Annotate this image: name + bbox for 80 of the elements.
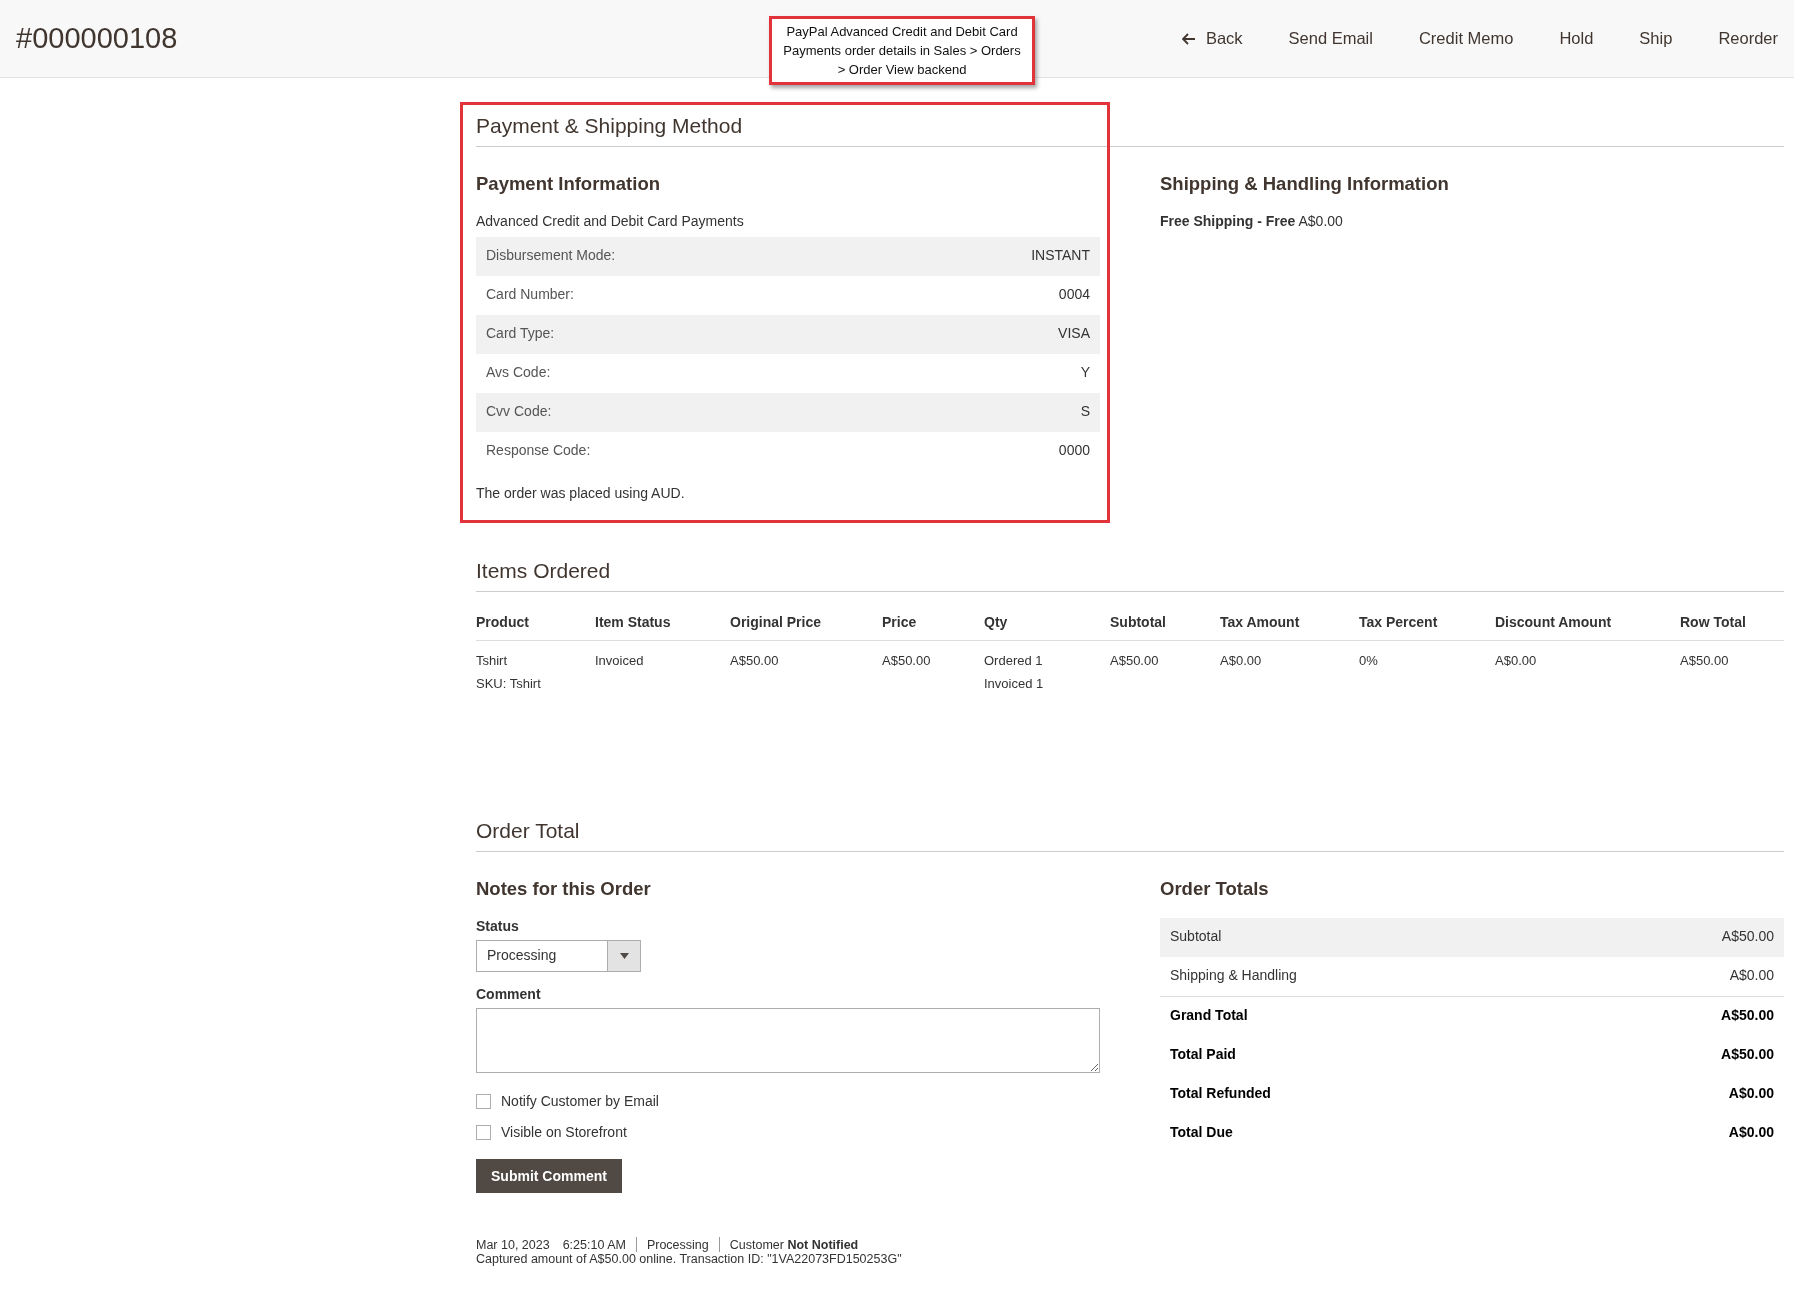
history-status: Processing — [646, 1237, 709, 1252]
payment-field-value: VISA — [1058, 325, 1090, 343]
status-label: Status — [476, 918, 520, 934]
table-cell-text: A$50.00 — [1110, 653, 1160, 668]
total-value: A$50.00 — [1721, 1007, 1774, 1025]
table-cell-text: A$0.00 — [1220, 653, 1263, 668]
customer-notification: Customer Not Notified — [729, 1237, 859, 1252]
payment-heading: Payment Information — [476, 173, 661, 195]
column-header: Original Price — [730, 592, 882, 641]
payment-field-label: Card Type: — [486, 325, 555, 343]
column-header: Price — [882, 592, 984, 641]
checkbox-label: Visible on Storefront — [501, 1124, 627, 1140]
history-date: Mar 10, 2023 — [476, 1237, 550, 1252]
column-header: Item Status — [595, 592, 730, 641]
section-title: Payment & Shipping Method — [476, 114, 1784, 147]
payment-field-value: 0000 — [1058, 442, 1090, 460]
table-cell-text: Invoiced — [595, 653, 645, 668]
total-label: Grand Total — [1170, 1007, 1248, 1025]
currency-note: The order was placed using AUD. — [476, 485, 686, 501]
header-action-button[interactable]: Ship — [1616, 21, 1696, 56]
total-label: Total Refunded — [1170, 1085, 1271, 1103]
payment-field-value: INSTANT — [1031, 247, 1090, 265]
table-cell-text: A$50.00 — [882, 653, 932, 668]
history-date: 6:25:10 AM — [562, 1237, 626, 1252]
total-label: Total Paid — [1170, 1046, 1236, 1064]
table-cell-text: A$50.00 — [1680, 653, 1730, 668]
table-cell-text: Tshirt — [476, 653, 509, 668]
table-cell-text: 0% — [1359, 653, 1379, 668]
shipping-heading: Shipping & Handling Information — [1160, 173, 1450, 195]
column-header: Row Total — [1680, 592, 1784, 641]
history-message: Captured amount of A$50.00 online. Transaction ID: "1VA22073FD150253G" — [476, 1252, 903, 1266]
table-cell-text: Invoiced 1 — [984, 676, 1045, 691]
payment-field-label: Disbursement Mode: — [486, 247, 616, 265]
checkbox[interactable] — [476, 1093, 491, 1109]
section-title: Order Total — [476, 819, 1784, 852]
payment-field-value: S — [1080, 403, 1090, 421]
total-label: Subtotal — [1170, 928, 1222, 946]
payment-field-label: Response Code: — [486, 442, 591, 460]
total-value: A$0.00 — [1728, 1085, 1774, 1103]
dropdown-caret-icon — [619, 953, 629, 959]
table-cell-text: A$0.00 — [1495, 653, 1538, 668]
column-header: Tax Percent — [1359, 592, 1495, 641]
submit-comment-button[interactable]: Submit Comment — [476, 1159, 622, 1193]
checkbox[interactable] — [476, 1124, 491, 1140]
column-header: Discount Amount — [1495, 592, 1680, 641]
total-value: A$0.00 — [1728, 1124, 1774, 1142]
header-action-button[interactable]: Hold — [1536, 21, 1617, 56]
table-cell-text: Ordered 1 — [984, 653, 1044, 668]
order-number-title: #000000108 — [16, 22, 178, 55]
header-action-button[interactable]: Send Email — [1265, 21, 1396, 56]
column-header: Subtotal — [1110, 592, 1220, 641]
column-header: Product — [476, 592, 595, 641]
checkbox-label: Notify Customer by Email — [501, 1093, 659, 1109]
total-value: A$50.00 — [1721, 1046, 1774, 1064]
annotation-callout: PayPal Advanced Credit and Debit Card Payments order details in Sales > Orders > Order View backend — [769, 16, 1035, 85]
total-value: A$0.00 — [1729, 967, 1774, 985]
table-cell-text: A$50.00 — [730, 653, 780, 668]
shipping-method: Free Shipping - Free A$0.00 — [1160, 213, 1343, 229]
table-cell-text: SKU: Tshirt — [476, 676, 542, 691]
comment-field[interactable] — [476, 1008, 1100, 1073]
payment-field-label: Avs Code: — [486, 364, 551, 382]
column-header: Qty — [984, 592, 1110, 641]
notes-heading: Notes for this Order — [476, 878, 652, 900]
payment-method-name: Advanced Credit and Debit Card Payments — [476, 213, 745, 229]
column-header: Tax Amount — [1220, 592, 1359, 641]
section-title: Items Ordered — [476, 559, 1784, 592]
status-dropdown[interactable]: Processing — [476, 940, 641, 972]
comment-label: Comment — [476, 986, 542, 1002]
total-label: Shipping & Handling — [1170, 967, 1297, 985]
payment-field-value: Y — [1080, 364, 1090, 382]
header-action-button[interactable]: Credit Memo — [1395, 21, 1537, 56]
payment-field-value: 0004 — [1058, 286, 1090, 304]
payment-field-label: Card Number: — [486, 286, 574, 304]
back-button[interactable]: Back — [1158, 21, 1266, 56]
totals-heading: Order Totals — [1160, 878, 1270, 900]
header-action-button[interactable]: Reorder — [1695, 21, 1778, 56]
left-arrow-icon — [1181, 32, 1196, 45]
payment-field-label: Cvv Code: — [486, 403, 552, 421]
total-label: Total Due — [1170, 1124, 1233, 1142]
total-value: A$50.00 — [1721, 928, 1774, 946]
